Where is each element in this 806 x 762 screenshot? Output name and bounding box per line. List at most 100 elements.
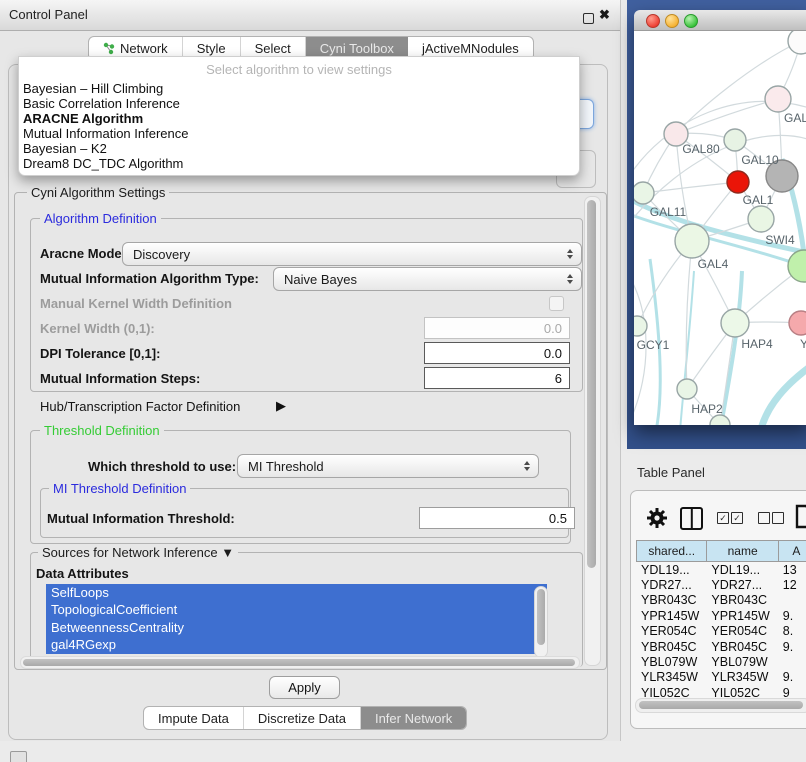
- network-node-GAL1[interactable]: [748, 206, 774, 232]
- algorithm-option[interactable]: Dream8 DC_TDC Algorithm: [23, 156, 183, 171]
- algorithm-option[interactable]: ARACNE Algorithm: [23, 111, 143, 126]
- tab-discretize-data[interactable]: Discretize Data: [244, 707, 361, 729]
- algorithm-option[interactable]: Bayesian – K2: [23, 141, 107, 156]
- minimize-traffic-light-icon[interactable]: [665, 14, 679, 28]
- float-window-icon[interactable]: [583, 13, 594, 24]
- settings-horizontal-scrollbar[interactable]: [20, 656, 580, 669]
- combo-arrows-icon: [567, 274, 573, 284]
- sources-group-title: Sources for Network Inference ▼: [38, 545, 238, 560]
- table-row[interactable]: YPR145WYPR145W9.: [636, 608, 806, 623]
- which-threshold-label: Which threshold to use:: [88, 459, 236, 474]
- attribute-item[interactable]: BetweennessCentrality: [46, 619, 547, 636]
- algorithm-popup-placeholder: Select algorithm to view settings: [19, 62, 579, 77]
- tab-impute-data[interactable]: Impute Data: [144, 707, 244, 729]
- network-node-GCY1[interactable]: [634, 316, 647, 336]
- table-cell: YBL079W: [636, 655, 706, 669]
- gear-icon[interactable]: [646, 507, 668, 529]
- network-node-GAL4[interactable]: [675, 224, 709, 258]
- network-node-bottom-node[interactable]: [710, 415, 730, 425]
- tab-label: Cyni Toolbox: [320, 41, 394, 56]
- dpi-tolerance-field[interactable]: 0.0: [424, 342, 570, 364]
- apply-button[interactable]: Apply: [269, 676, 340, 699]
- attribute-item[interactable]: gal4RGexp: [46, 636, 547, 653]
- table-row[interactable]: YLR345WYLR345W9.: [636, 670, 806, 685]
- table-cell: YBR045C: [706, 640, 777, 654]
- column-header[interactable]: A: [778, 540, 806, 562]
- column-header[interactable]: shared...: [636, 540, 706, 562]
- zoom-traffic-light-icon[interactable]: [684, 14, 698, 28]
- table-cell: 9.: [778, 640, 806, 654]
- network-node-GAL10[interactable]: [724, 129, 746, 151]
- manual-kernel-checkbox[interactable]: [549, 296, 564, 311]
- select-all-icon-2[interactable]: ✓: [731, 512, 743, 524]
- network-edge[interactable]: [760, 361, 806, 425]
- new-document-icon[interactable]: [795, 504, 806, 529]
- settings-vertical-scrollbar[interactable]: [584, 196, 601, 666]
- algorithm-option[interactable]: Bayesian – Hill Climbing: [23, 81, 163, 96]
- network-edge[interactable]: [643, 182, 738, 193]
- sources-title-text: Sources for Network Inference: [42, 545, 218, 560]
- table-cell: YBL079W: [706, 655, 777, 669]
- table-cell: YPR145W: [706, 609, 777, 623]
- close-traffic-light-icon[interactable]: [646, 14, 660, 28]
- table-cell: 9.: [778, 609, 806, 623]
- aracne-mode-select[interactable]: Discovery: [122, 242, 582, 266]
- data-attributes-list[interactable]: SelfLoopsTopologicalCoefficientBetweenne…: [46, 584, 547, 657]
- table-row[interactable]: YER054CYER054C8.: [636, 624, 806, 639]
- mi-type-select[interactable]: Naive Bayes: [273, 267, 582, 291]
- algorithm-option[interactable]: Mutual Information Inference: [23, 126, 188, 141]
- table-row[interactable]: YDR27...YDR27...12: [636, 577, 806, 592]
- mi-threshold-field[interactable]: 0.5: [419, 507, 575, 529]
- close-icon[interactable]: ✖: [599, 7, 610, 23]
- network-node-HAP2[interactable]: [677, 379, 697, 399]
- tab-infer-network[interactable]: Infer Network: [361, 707, 466, 729]
- network-node-GAL11[interactable]: [634, 182, 654, 204]
- columns-icon[interactable]: [680, 507, 703, 530]
- deselect-all-icon-2[interactable]: [772, 512, 784, 524]
- hub-section-label[interactable]: Hub/Transcription Factor Definition: [40, 399, 240, 414]
- algorithm-dropdown-popup: Select algorithm to view settings Bayesi…: [18, 56, 580, 176]
- table-row[interactable]: YBR043CYBR043C: [636, 593, 806, 608]
- deselect-all-icon[interactable]: [758, 512, 770, 524]
- network-node-red-node[interactable]: [727, 171, 749, 193]
- table-cell: YER054C: [636, 624, 706, 638]
- network-node-pink-top[interactable]: [765, 86, 791, 112]
- network-edge[interactable]: [676, 99, 778, 134]
- mi-threshold-label: Mutual Information Threshold:: [47, 511, 235, 526]
- attributes-vertical-scrollbar[interactable]: [534, 586, 548, 658]
- data-attributes-label: Data Attributes: [36, 566, 129, 581]
- attribute-item[interactable]: SelfLoops: [46, 584, 547, 601]
- node-label-HAP2: HAP2: [691, 402, 723, 416]
- network-node-top-node[interactable]: [788, 31, 806, 54]
- table-panel-container: ✓ ✓ shared...nameAYDL19...YDL19...13YDR2…: [630, 490, 806, 729]
- collapse-down-icon[interactable]: ▼: [221, 545, 234, 560]
- node-label-HAP4: HAP4: [741, 337, 773, 351]
- table-row[interactable]: YBR045CYBR045C9.: [636, 639, 806, 654]
- select-all-icon[interactable]: ✓: [717, 512, 729, 524]
- network-node-pink-right[interactable]: [789, 311, 806, 335]
- column-header[interactable]: name: [706, 540, 777, 562]
- table-horizontal-scrollbar[interactable]: [635, 698, 806, 713]
- attribute-item[interactable]: TopologicalCoefficient: [46, 601, 547, 618]
- network-node-green-right[interactable]: [788, 250, 806, 282]
- table-panel-title: Table Panel: [637, 465, 705, 480]
- algorithm-option[interactable]: Basic Correlation Inference: [23, 96, 180, 111]
- table-cell: 12: [778, 578, 806, 592]
- table-cell: YDL19...: [636, 563, 706, 577]
- aracne-mode-label: Aracne Mode:: [40, 246, 126, 261]
- table-cell: YBR045C: [636, 640, 706, 654]
- table-cell: YLR345W: [636, 670, 706, 684]
- table-cell: YBR043C: [636, 593, 706, 607]
- which-threshold-select[interactable]: MI Threshold: [237, 454, 539, 478]
- table-row[interactable]: YBL079WYBL079W: [636, 654, 806, 669]
- mi-steps-field[interactable]: 6: [424, 367, 570, 389]
- kernel-width-field[interactable]: 0.0: [424, 317, 570, 339]
- minimized-panel-icon[interactable]: [10, 751, 27, 762]
- table-row[interactable]: YDL19...YDL19...13: [636, 562, 806, 577]
- table-cell: YBR043C: [706, 593, 777, 607]
- node-table[interactable]: shared...nameAYDL19...YDL19...13YDR27...…: [636, 540, 806, 701]
- network-node-HAP4[interactable]: [721, 309, 749, 337]
- network-canvas[interactable]: GALGAL80GAL10GAL1GAL11SWI4GAL4GCY1HAP4YH…: [634, 31, 806, 425]
- table-cell: 13: [778, 563, 806, 577]
- expand-right-icon[interactable]: ▶: [276, 398, 286, 414]
